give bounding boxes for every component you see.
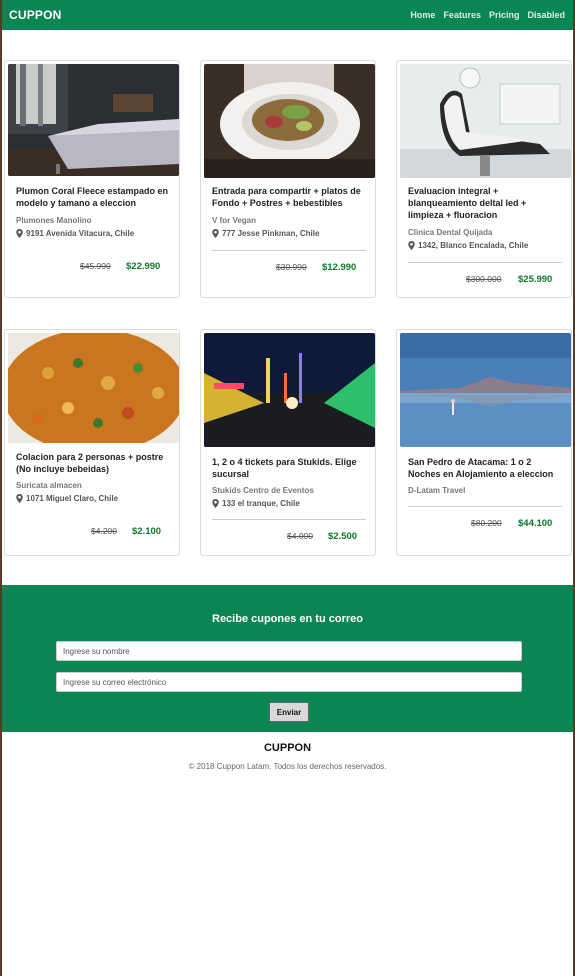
map-pin-icon <box>212 229 219 238</box>
deal-old-price: $45.990 <box>80 261 111 271</box>
map-pin-icon <box>212 499 219 508</box>
deal-title[interactable]: Plumon Coral Fleece estampado en modelo … <box>16 185 172 209</box>
deal-new-price: $2.100 <box>132 526 162 537</box>
deal-new-price: $25.990 <box>518 274 553 285</box>
deal-image-lake[interactable] <box>400 333 571 447</box>
deal-address-text: 9191 Avenida Vitacura, Chile <box>26 229 135 238</box>
nav-link-features[interactable]: Features <box>443 10 481 20</box>
deal-address: 777 Jesse Pinkman, Chile <box>212 229 319 238</box>
deal-title[interactable]: Entrada para compartir + platos de Fondo… <box>212 185 368 209</box>
deal-address: 133 el tranque, Chile <box>212 499 300 508</box>
deal-card[interactable]: San Pedro de Atacama: 1 o 2 Noches en Al… <box>396 329 572 556</box>
newsletter-section: Recibe cupones en tu correo Enviar <box>2 585 573 732</box>
deal-address-text: 133 el tranque, Chile <box>222 499 300 508</box>
nav-link-pricing[interactable]: Pricing <box>489 10 520 20</box>
deal-address-text: 1342, Blanco Encalada, Chile <box>418 241 529 250</box>
brand-logo[interactable]: CUPPON <box>9 8 62 22</box>
deal-title[interactable]: Colacion para 2 personas + postre (No in… <box>16 451 172 475</box>
submit-button[interactable]: Enviar <box>269 702 309 722</box>
deal-card[interactable]: Evaluacion integral + blanqueamiento del… <box>396 60 572 298</box>
footer-brand: CUPPON <box>263 742 312 754</box>
deal-old-price: $4.000 <box>287 531 313 541</box>
deal-image-dental-chair[interactable] <box>400 64 571 178</box>
deal-image-bedroom[interactable] <box>8 64 179 176</box>
deal-new-price: $44.100 <box>518 518 553 529</box>
map-pin-icon <box>408 241 415 250</box>
deal-old-price: $300.000 <box>466 274 502 284</box>
nav-links: Home Features Pricing Disabled <box>410 10 565 20</box>
deal-title[interactable]: San Pedro de Atacama: 1 o 2 Noches en Al… <box>408 456 564 480</box>
map-pin-icon <box>16 229 23 238</box>
deal-address: 1342, Blanco Encalada, Chile <box>408 241 528 250</box>
deal-vendor: Stukids Centro de Eventos <box>212 486 314 495</box>
deal-card[interactable]: Plumon Coral Fleece estampado en modelo … <box>4 60 180 298</box>
nav-link-disabled[interactable]: Disabled <box>527 10 565 20</box>
deal-card[interactable]: 1, 2 o 4 tickets para Stukids. Elige suc… <box>200 329 376 556</box>
deal-address-text: 777 Jesse Pinkman, Chile <box>222 229 320 238</box>
deal-title[interactable]: 1, 2 o 4 tickets para Stukids. Elige suc… <box>212 456 368 480</box>
name-input[interactable] <box>56 641 522 661</box>
deal-new-price: $22.990 <box>126 261 161 272</box>
deal-card[interactable]: Colacion para 2 personas + postre (No in… <box>4 329 180 556</box>
newsletter-title: Recibe cupones en tu correo <box>212 613 363 625</box>
deal-new-price: $12.990 <box>322 262 357 273</box>
deal-old-price: $4.200 <box>91 526 117 536</box>
deal-vendor: Suricata almacen <box>16 481 82 490</box>
deal-old-price: $30.990 <box>276 262 307 272</box>
price-divider <box>408 262 562 263</box>
price-divider <box>408 506 562 507</box>
deal-address: 1071 Miguel Claro, Chile <box>16 494 118 503</box>
deal-old-price: $80.200 <box>471 518 502 528</box>
deal-vendor: Plumones Manolino <box>16 216 92 225</box>
deal-image-salad[interactable] <box>204 64 375 178</box>
deal-new-price: $2.500 <box>328 531 358 542</box>
deal-vendor: D-Latam Travel <box>408 486 466 495</box>
deal-vendor: V for Vegan <box>212 216 257 225</box>
deal-image-curry[interactable] <box>8 333 179 443</box>
email-input[interactable] <box>56 672 522 692</box>
deal-image-fair[interactable] <box>204 333 375 447</box>
map-pin-icon <box>16 494 23 503</box>
deal-address: 9191 Avenida Vitacura, Chile <box>16 229 134 238</box>
nav-link-home[interactable]: Home <box>410 10 435 20</box>
footer-copyright: © 2018 Cuppon Latam. Todos los derechos … <box>188 762 387 771</box>
deal-address-text: 1071 Miguel Claro, Chile <box>26 494 119 503</box>
navbar: CUPPON Home Features Pricing Disabled <box>2 0 573 30</box>
price-divider <box>212 519 366 520</box>
deal-card[interactable]: Entrada para compartir + platos de Fondo… <box>200 60 376 298</box>
deal-vendor: Clinica Dental Quijada <box>408 228 493 237</box>
page-edge-left <box>0 0 2 976</box>
deal-title[interactable]: Evaluacion integral + blanqueamiento del… <box>408 185 564 221</box>
price-divider <box>212 250 366 251</box>
